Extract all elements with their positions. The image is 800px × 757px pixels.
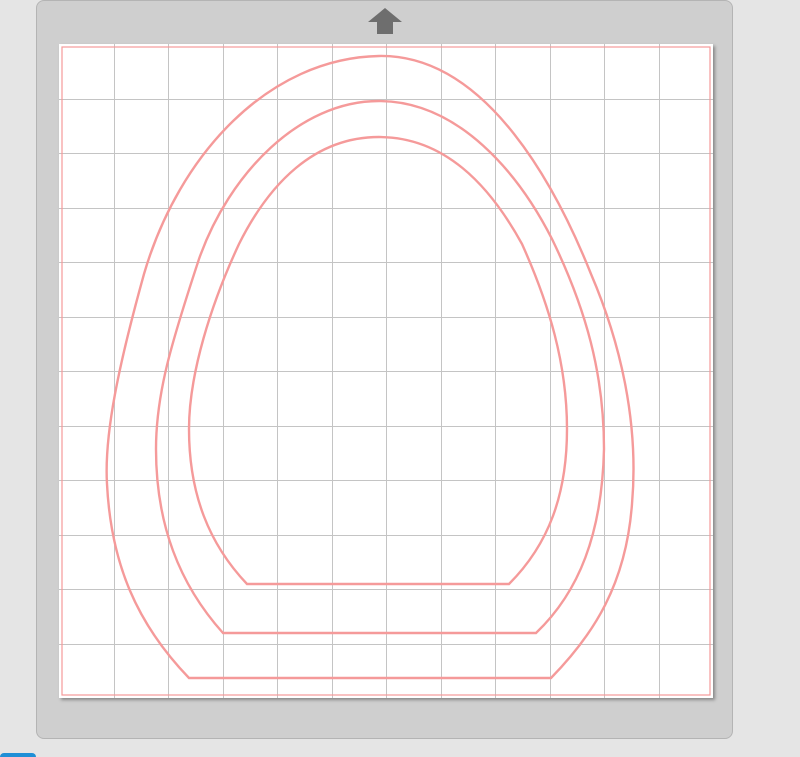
cutting-mat <box>36 0 733 739</box>
arrow-up-icon[interactable] <box>368 8 402 34</box>
grid-lines <box>59 44 713 698</box>
status-indicator <box>0 753 36 757</box>
mat-grid <box>59 44 713 698</box>
mat-surface[interactable] <box>59 44 713 698</box>
canvas-workspace[interactable] <box>0 0 800 757</box>
inner-egg-outline[interactable] <box>187 135 569 586</box>
